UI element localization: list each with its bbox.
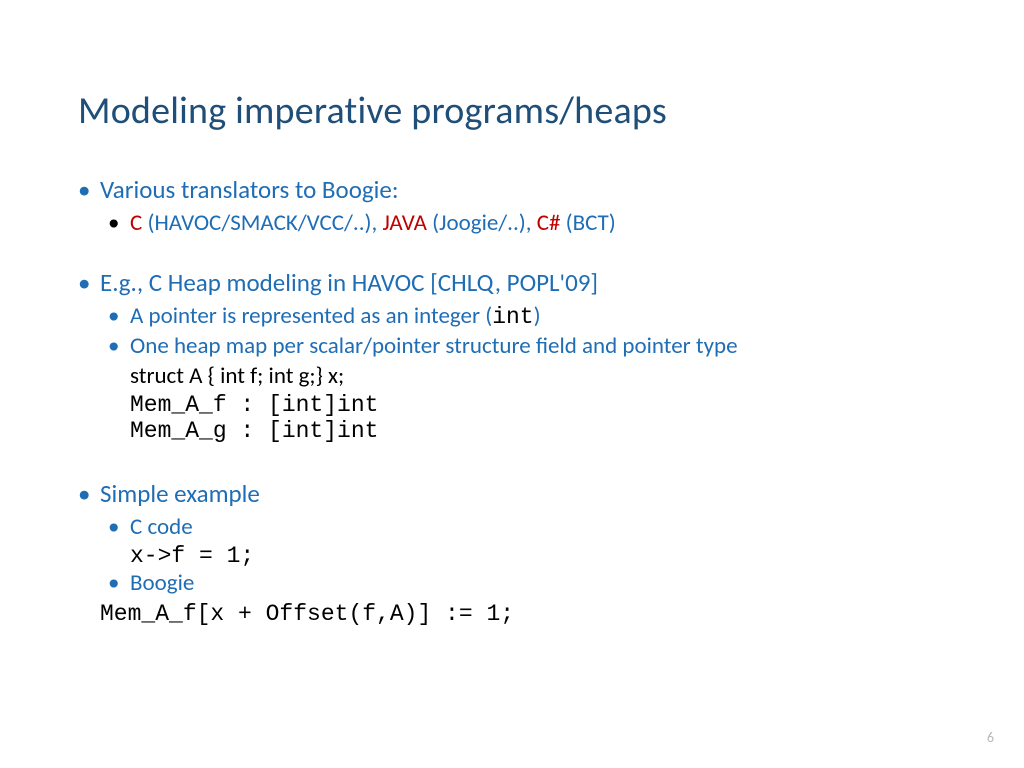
lang-java-tools: (Joogie/..), xyxy=(427,209,537,237)
mem-map-f: Mem_A_f : [int]int xyxy=(130,392,946,418)
bullet-translators-langs: C (HAVOC/SMACK/VCC/..), JAVA (Joogie/..)… xyxy=(108,209,946,237)
bullet-heap-modeling: E.g., C Heap modeling in HAVOC [CHLQ, PO… xyxy=(78,267,946,298)
lang-java: JAVA xyxy=(382,209,427,237)
bullet-boogie-label: Boogie xyxy=(108,569,946,597)
bullet-translators: Various translators to Boogie: xyxy=(78,174,946,205)
lang-csharp: C# xyxy=(537,209,561,237)
struct-declaration: struct A { int f; int g;} x; xyxy=(130,362,946,390)
lang-c-tools: (HAVOC/SMACK/VCC/..), xyxy=(142,209,382,237)
page-number: 6 xyxy=(987,729,994,746)
spacer xyxy=(78,239,946,267)
pointer-repr-pre: A pointer is represented as an integer ( xyxy=(130,302,492,330)
lang-csharp-tools: (BCT) xyxy=(560,209,615,237)
slide: Modeling imperative programs/heaps Vario… xyxy=(0,0,1024,647)
bullet-simple-example: Simple example xyxy=(78,478,946,509)
c-code-snippet: x->f = 1; xyxy=(130,543,946,569)
spacer xyxy=(78,444,946,478)
bullet-heap-map: One heap map per scalar/pointer structur… xyxy=(108,332,946,360)
bullet-pointer-repr: A pointer is represented as an integer (… xyxy=(108,302,946,330)
slide-title: Modeling imperative programs/heaps xyxy=(78,88,946,134)
bullet-c-code-label: C code xyxy=(108,513,946,541)
pointer-repr-post: ) xyxy=(534,302,541,330)
mem-map-g: Mem_A_g : [int]int xyxy=(130,418,946,444)
lang-c: C xyxy=(130,209,142,237)
boogie-code-snippet: Mem_A_f[x + Offset(f,A)] := 1; xyxy=(100,601,946,627)
pointer-repr-code: int xyxy=(492,304,533,330)
